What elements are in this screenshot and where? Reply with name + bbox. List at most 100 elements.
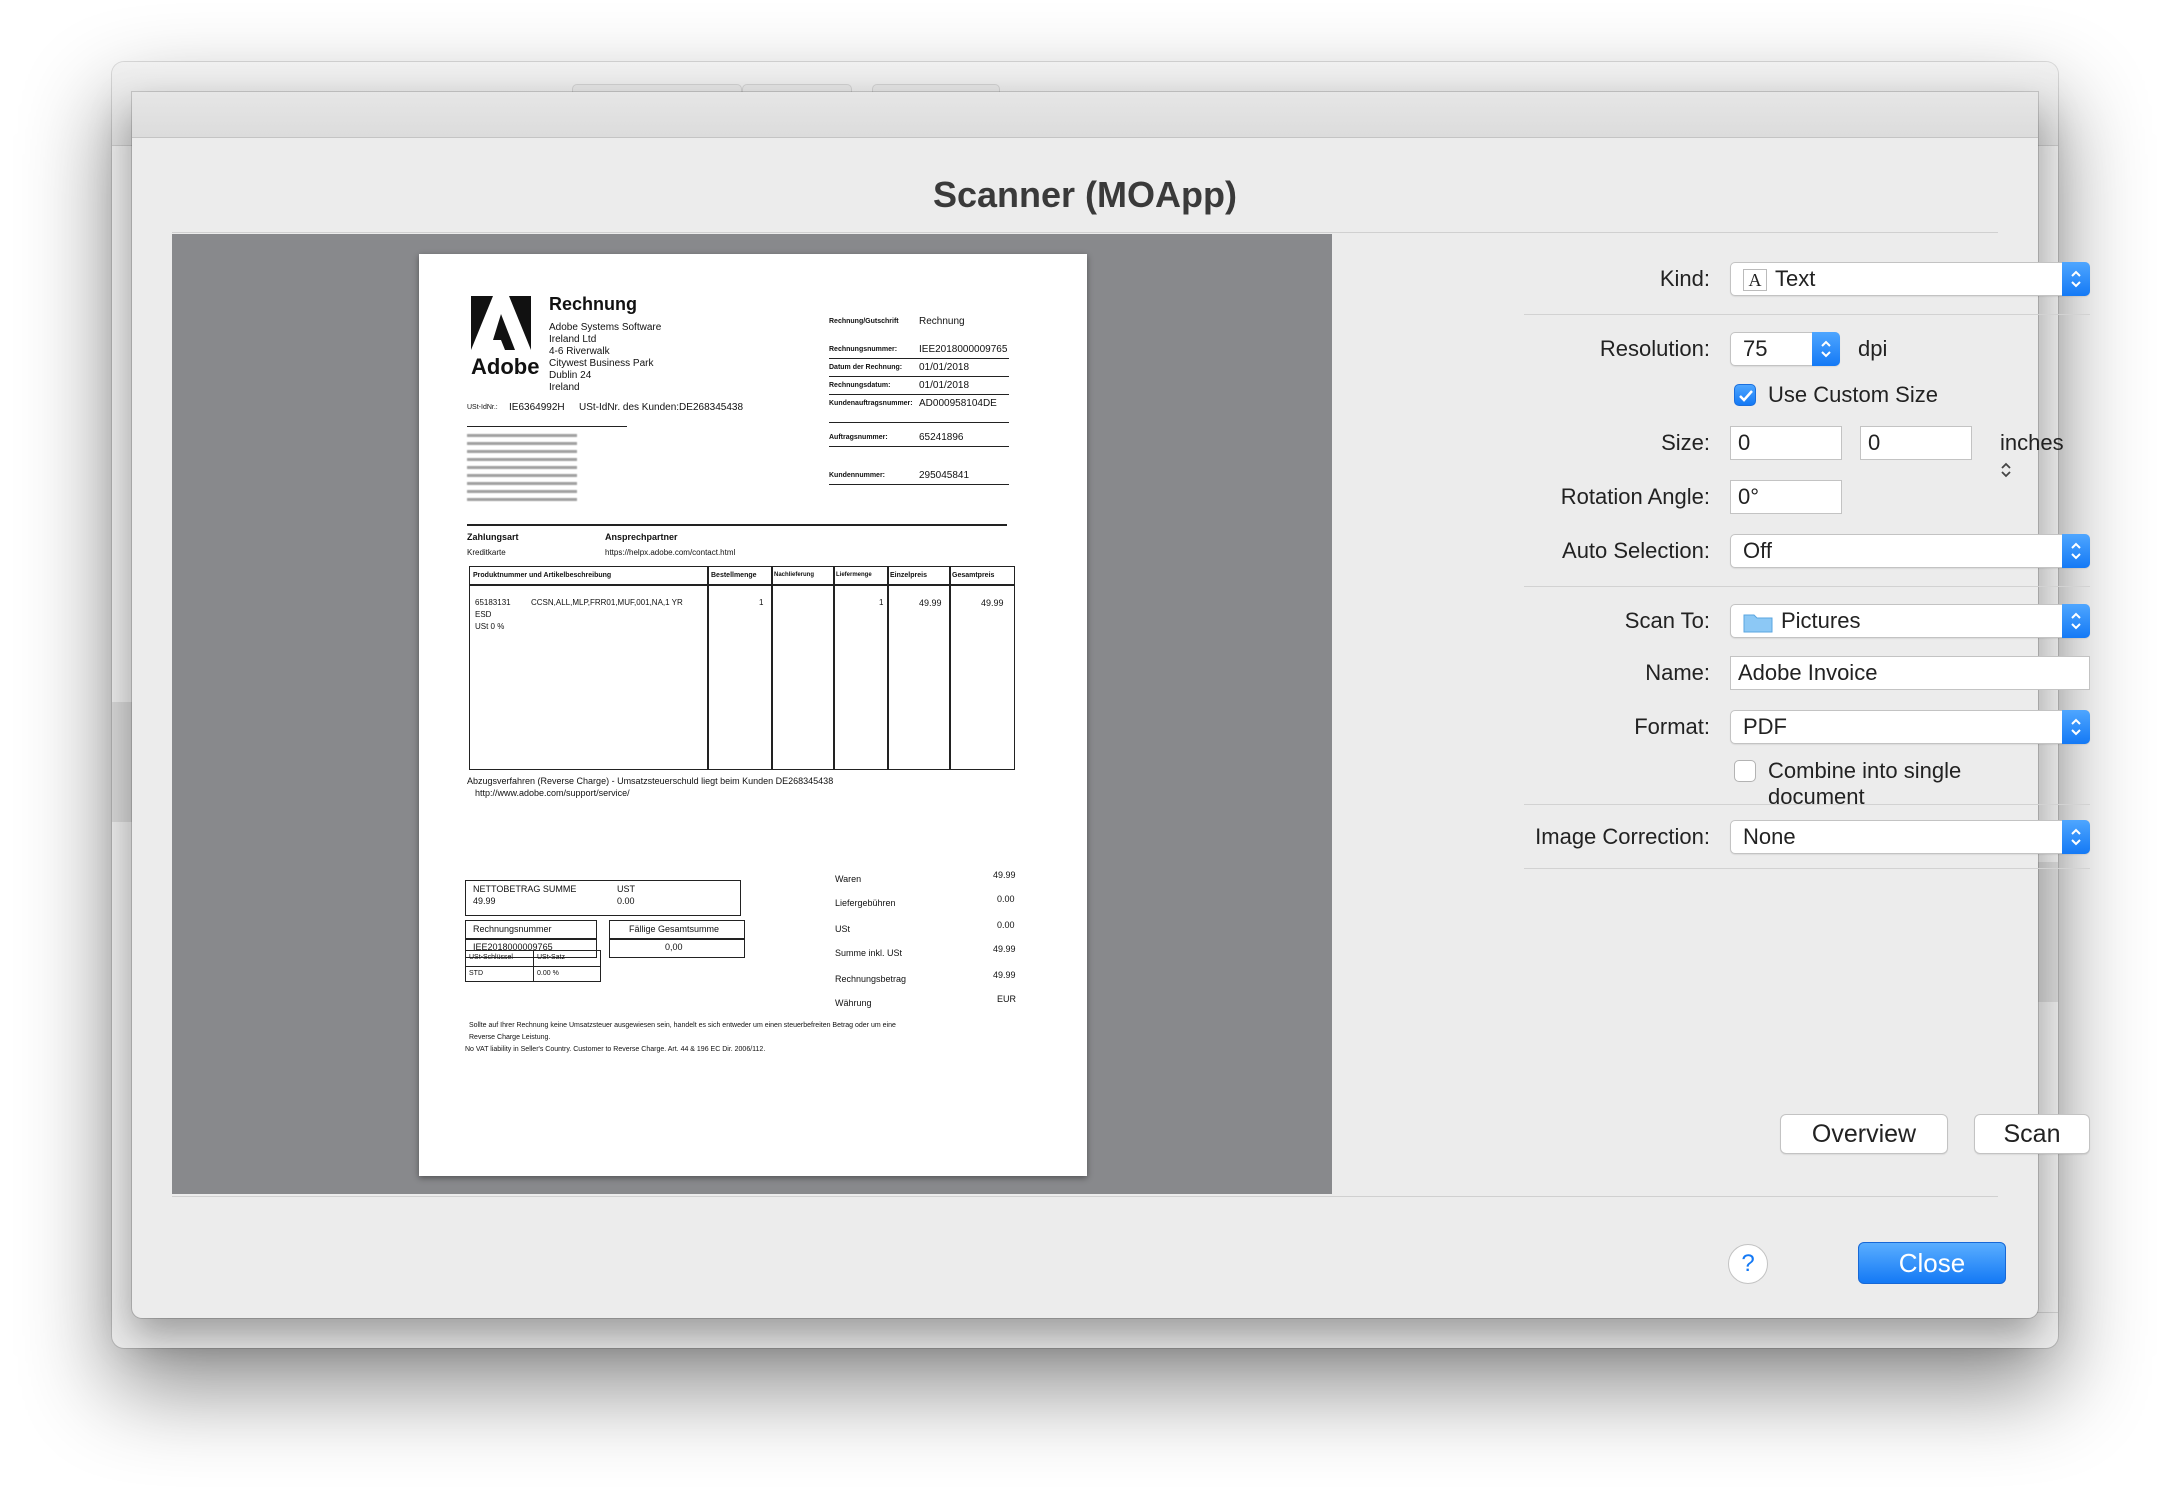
doc-rule — [771, 566, 773, 770]
rotation-angle-label: Rotation Angle: — [1560, 484, 1710, 509]
resolution-value: 75 — [1743, 336, 1768, 361]
doc-item-unit-price: 49.99 — [919, 598, 942, 608]
doc-vat-value: 0.00 — [617, 896, 635, 906]
doc-contact-value: https://helpx.adobe.com/contact.html — [605, 548, 736, 557]
doc-meta-value: 295045841 — [919, 470, 970, 481]
scan-button[interactable]: Scan — [1974, 1114, 2090, 1154]
scan-preview-area[interactable]: Adobe Rechnung Adobe Systems Software Ir… — [172, 234, 1332, 1194]
size-unit-popup[interactable]: inches — [2000, 430, 2064, 482]
settings-separator — [1524, 804, 2090, 805]
doc-item-description: CCSN,ALL,MLP,FRR01,MUF,001,NA,1 YR — [531, 598, 683, 607]
image-correction-label: Image Correction: — [1535, 824, 1710, 849]
auto-selection-label: Auto Selection: — [1562, 538, 1710, 563]
doc-table-header: Produktnummer und Artikelbeschreibung — [473, 572, 612, 579]
doc-rule — [609, 938, 745, 940]
doc-reverse-charge-note: Abzugsverfahren (Reverse Charge) - Umsat… — [467, 776, 834, 786]
doc-summary-label: Währung — [835, 998, 872, 1008]
doc-logo-text: Adobe — [471, 354, 540, 379]
doc-payment-value: Kreditkarte — [467, 548, 506, 557]
footer-separator — [172, 1196, 1998, 1197]
doc-vat-label: UST — [617, 884, 635, 894]
doc-rule — [829, 358, 1009, 359]
scan-to-value: Pictures — [1781, 608, 1861, 633]
doc-footnote-line: Reverse Charge Leistung. — [469, 1034, 551, 1041]
rotation-angle-field[interactable]: 0° — [1730, 480, 1842, 514]
doc-customer-vat: USt-IdNr. des Kunden:DE268345438 — [579, 402, 743, 413]
combine-document-label: Combine into single document — [1768, 758, 1962, 809]
doc-tax-rate-label: USt-Satz — [537, 954, 566, 961]
doc-summary-value: 0.00 — [997, 920, 1015, 930]
doc-items-table — [469, 566, 1015, 770]
doc-vat-id: IE6364992H — [509, 402, 565, 413]
doc-invoice-number-label: Rechnungsnummer — [473, 924, 552, 934]
resolution-popup[interactable]: 75 — [1730, 332, 1840, 366]
size-width-field[interactable]: 0 — [1730, 426, 1842, 460]
kind-popup[interactable]: A Text — [1730, 262, 2090, 296]
doc-rule — [469, 584, 1015, 586]
doc-rule — [829, 446, 1009, 447]
background-scroll-edge — [2038, 862, 2058, 1002]
doc-item-delivered: 1 — [879, 598, 884, 607]
doc-summary-label: Rechnungsbetrag — [835, 974, 907, 984]
checkmark-icon — [1739, 390, 1753, 402]
settings-separator — [1524, 586, 2090, 587]
doc-company-line: Ireland Ltd — [549, 334, 597, 345]
format-label: Format: — [1634, 714, 1710, 739]
doc-company-line: Citywest Business Park — [549, 358, 654, 369]
overview-button[interactable]: Overview — [1780, 1114, 1948, 1154]
doc-meta-label: Kundenauftragsnummer: — [829, 400, 913, 407]
doc-meta-value: 65241896 — [919, 432, 964, 443]
settings-separator — [1524, 868, 2090, 869]
doc-table-header: Liefermenge — [836, 572, 872, 578]
background-sidebar-edge — [112, 702, 132, 822]
doc-meta-value: IEE2018000009765 — [919, 344, 1008, 355]
auto-selection-popup[interactable]: Off — [1730, 534, 2090, 568]
name-label: Name: — [1645, 660, 1710, 685]
size-height-field[interactable]: 0 — [1860, 426, 1972, 460]
doc-meta-label: Rechnung/Gutschrift — [829, 318, 899, 325]
doc-rule — [467, 524, 1007, 526]
scan-to-popup[interactable]: Pictures — [1730, 604, 2090, 638]
name-field[interactable]: Adobe Invoice — [1730, 656, 2090, 690]
adobe-logo-icon — [471, 296, 531, 350]
use-custom-size-checkbox[interactable] — [1734, 384, 1756, 406]
doc-table-header: Einzelpreis — [890, 572, 927, 579]
doc-vat-prefix: USt-IdNr.: — [467, 404, 498, 411]
help-button[interactable]: ? — [1728, 1244, 1768, 1284]
doc-tax-key-value: STD — [469, 970, 483, 977]
format-popup[interactable]: PDF — [1730, 710, 2090, 744]
doc-footnote-line: No VAT liability in Seller's Country. Cu… — [465, 1046, 766, 1053]
popup-arrows-icon — [2062, 534, 2090, 568]
doc-support-url: http://www.adobe.com/support/service/ — [475, 788, 630, 798]
doc-meta-label: Rechnungsdatum: — [829, 382, 891, 389]
doc-tax-rate-value: 0.00 % — [537, 970, 559, 977]
doc-table-header: Nachlieferung — [774, 572, 815, 578]
use-custom-size-label: Use Custom Size — [1768, 382, 1938, 407]
dialog-top-strip — [132, 92, 2038, 138]
doc-meta-label: Datum der Rechnung: — [829, 364, 903, 371]
doc-company-line: Dublin 24 — [549, 370, 592, 381]
doc-rule — [887, 566, 889, 770]
doc-rule — [465, 938, 597, 940]
doc-rule — [829, 422, 1009, 423]
doc-summary-value: 49.99 — [993, 944, 1016, 954]
doc-meta-value: 01/01/2018 — [919, 380, 970, 391]
resolution-unit: dpi — [1858, 336, 1888, 361]
auto-selection-value: Off — [1743, 538, 1772, 563]
doc-payment-heading: Zahlungsart — [467, 532, 519, 542]
close-button[interactable]: Close — [1858, 1242, 2006, 1284]
doc-rule — [707, 566, 709, 770]
image-correction-popup[interactable]: None — [1730, 820, 2090, 854]
doc-meta-value: Rechnung — [919, 316, 965, 327]
doc-footnote-line: Sollte auf Ihrer Rechnung keine Umsatzst… — [469, 1022, 896, 1029]
combine-document-checkbox[interactable] — [1734, 760, 1756, 782]
doc-contact-heading: Ansprechpartner — [605, 532, 678, 542]
popup-arrows-icon — [2062, 262, 2090, 296]
scan-settings-panel: Kind: A Text Resolution: 75 dpi Use Custo… — [1332, 234, 2090, 1194]
popup-arrows-icon — [2062, 710, 2090, 744]
popup-arrows-icon — [2062, 604, 2090, 638]
dialog-title: Scanner (MOApp) — [932, 174, 1237, 215]
doc-rule — [949, 566, 951, 770]
title-separator — [172, 232, 1998, 233]
size-unit-value: inches — [2000, 430, 2064, 455]
